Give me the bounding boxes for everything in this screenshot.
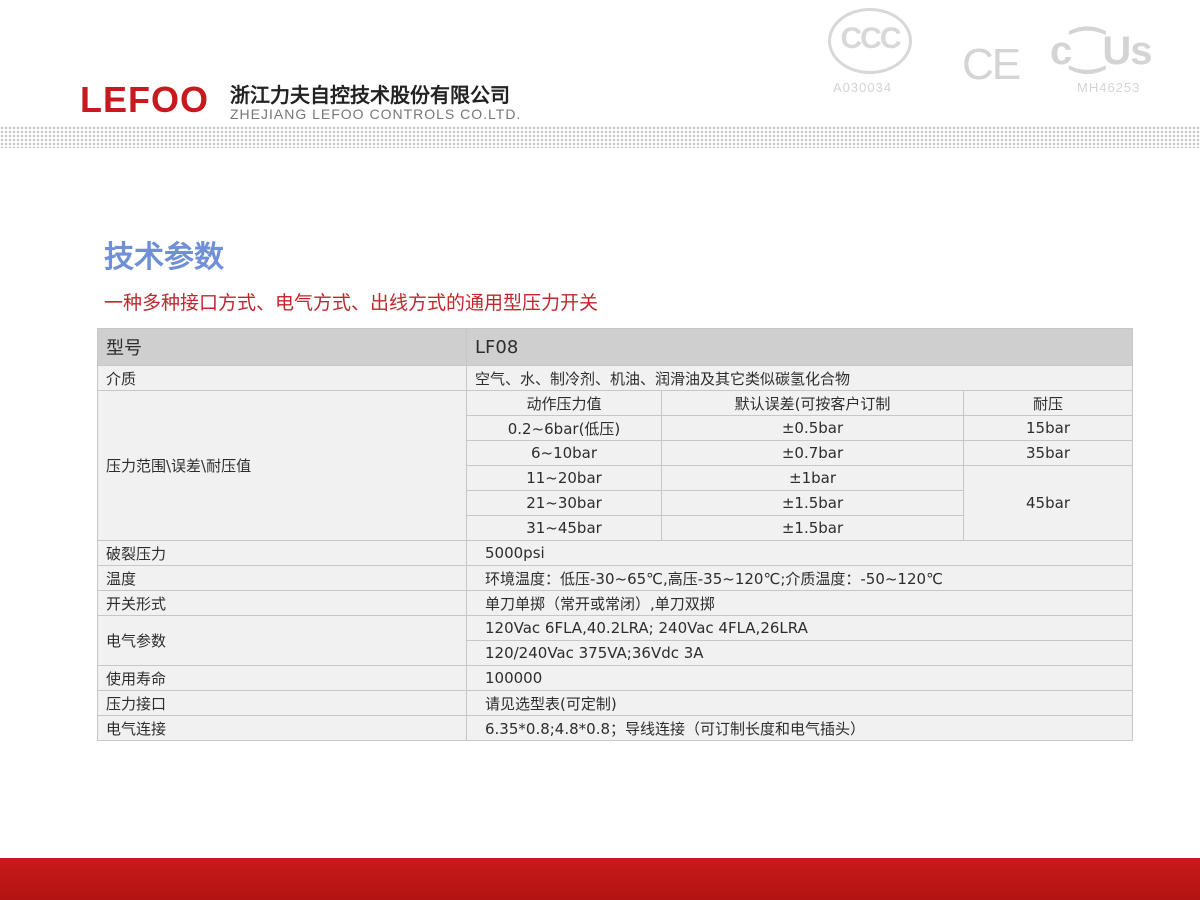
electrical-connection-label: 电气连接 bbox=[97, 715, 467, 741]
pressure-range-cell: 6~10bar bbox=[466, 440, 662, 466]
pressure-error-cell: ±1.5bar bbox=[661, 515, 964, 541]
pressure-error-cell: ±1bar bbox=[661, 465, 964, 491]
switch-type-label: 开关形式 bbox=[97, 590, 467, 616]
temperature-label: 温度 bbox=[97, 565, 467, 591]
pressure-error-cell: ±1.5bar bbox=[661, 490, 964, 516]
ul-mark-icon: c⁐Us bbox=[1050, 29, 1153, 73]
table-row: 介质 空气、水、制冷剂、机油、润滑油及其它类似碳氢化合物 bbox=[97, 365, 1134, 391]
pressure-head-error: 默认误差(可按客户订制 bbox=[661, 390, 964, 416]
table-row: 破裂压力 5000psi bbox=[97, 540, 1134, 566]
pressure-range-cell: 21~30bar bbox=[466, 490, 662, 516]
section-title: 技术参数 bbox=[104, 240, 224, 275]
pressure-range-cell: 31~45bar bbox=[466, 515, 662, 541]
pressure-port-label: 压力接口 bbox=[97, 690, 467, 716]
pressure-range-cell: 0.2~6bar(低压) bbox=[466, 415, 662, 441]
pressure-range-cell: 11~20bar bbox=[466, 465, 662, 491]
pressure-label: 压力范围\误差\耐压值 bbox=[97, 390, 467, 541]
electrical-value: 120Vac 6FLA,40.2LRA; 240Vac 4FLA,26LRA bbox=[465, 615, 1134, 641]
table-row: 压力范围\误差\耐压值 动作压力值 默认误差(可按客户订制 耐压 bbox=[97, 390, 1134, 541]
table-row: 型号 LF08 bbox=[97, 328, 1134, 366]
ccc-mark-icon: CCC bbox=[840, 22, 902, 55]
pressure-proof-cell: 45bar bbox=[962, 465, 1134, 541]
medium-label: 介质 bbox=[97, 365, 467, 391]
logo-wordmark: LEFOO bbox=[80, 79, 209, 120]
pressure-head-proof: 耐压 bbox=[962, 390, 1134, 416]
company-name-en: ZHEJIANG LEFOO CONTROLS CO.LTD. bbox=[230, 106, 522, 122]
table-row: 压力接口 请见选型表(可定制) bbox=[97, 690, 1134, 716]
burst-pressure-value: 5000psi bbox=[465, 540, 1134, 566]
table-row: 电气连接 6.35*0.8;4.8*0.8；导线连接（可订制长度和电气插头） bbox=[97, 715, 1134, 741]
switch-type-value: 单刀单掷（常开或常闭）,单刀双掷 bbox=[465, 590, 1134, 616]
table-row: 温度 环境温度：低压-30~65℃,高压-35~120℃;介质温度：-50~12… bbox=[97, 565, 1134, 591]
pressure-error-cell: ±0.5bar bbox=[661, 415, 964, 441]
service-life-label: 使用寿命 bbox=[97, 665, 467, 691]
header-divider bbox=[0, 126, 1200, 148]
table-row: 使用寿命 100000 bbox=[97, 665, 1134, 691]
section-subtitle: 一种多种接口方式、电气方式、出线方式的通用型压力开关 bbox=[104, 292, 599, 314]
pressure-proof-cell: 35bar bbox=[962, 440, 1134, 466]
company-name-cn: 浙江力夫自控技术股份有限公司 bbox=[230, 83, 510, 107]
table-row: 开关形式 单刀单掷（常开或常闭）,单刀双掷 bbox=[97, 590, 1134, 616]
pressure-port-value: 请见选型表(可定制) bbox=[465, 690, 1134, 716]
electrical-value: 120/240Vac 375VA;36Vdc 3A bbox=[465, 640, 1134, 666]
spec-table: 型号 LF08 介质 空气、水、制冷剂、机油、润滑油及其它类似碳氢化合物 压力范… bbox=[97, 328, 1134, 741]
temperature-value: 环境温度：低压-30~65℃,高压-35~120℃;介质温度：-50~120℃ bbox=[465, 565, 1134, 591]
service-life-value: 100000 bbox=[465, 665, 1134, 691]
footer-bar bbox=[0, 858, 1200, 900]
ul-certificate-code: MH46253 bbox=[1077, 80, 1141, 95]
table-row: 电气参数 120Vac 6FLA,40.2LRA; 240Vac 4FLA,26… bbox=[97, 615, 1134, 666]
pressure-error-cell: ±0.7bar bbox=[661, 440, 964, 466]
model-label: 型号 bbox=[97, 328, 467, 366]
burst-pressure-label: 破裂压力 bbox=[97, 540, 467, 566]
electrical-connection-value: 6.35*0.8;4.8*0.8；导线连接（可订制长度和电气插头） bbox=[465, 715, 1134, 741]
pressure-head-range: 动作压力值 bbox=[466, 390, 662, 416]
model-value: LF08 bbox=[465, 328, 1134, 366]
electrical-label: 电气参数 bbox=[97, 615, 467, 666]
medium-value: 空气、水、制冷剂、机油、润滑油及其它类似碳氢化合物 bbox=[465, 365, 1134, 391]
pressure-proof-cell: 15bar bbox=[962, 415, 1134, 441]
ccc-certificate-code: A030034 bbox=[833, 80, 893, 95]
ce-mark-icon: CE bbox=[962, 40, 1021, 89]
